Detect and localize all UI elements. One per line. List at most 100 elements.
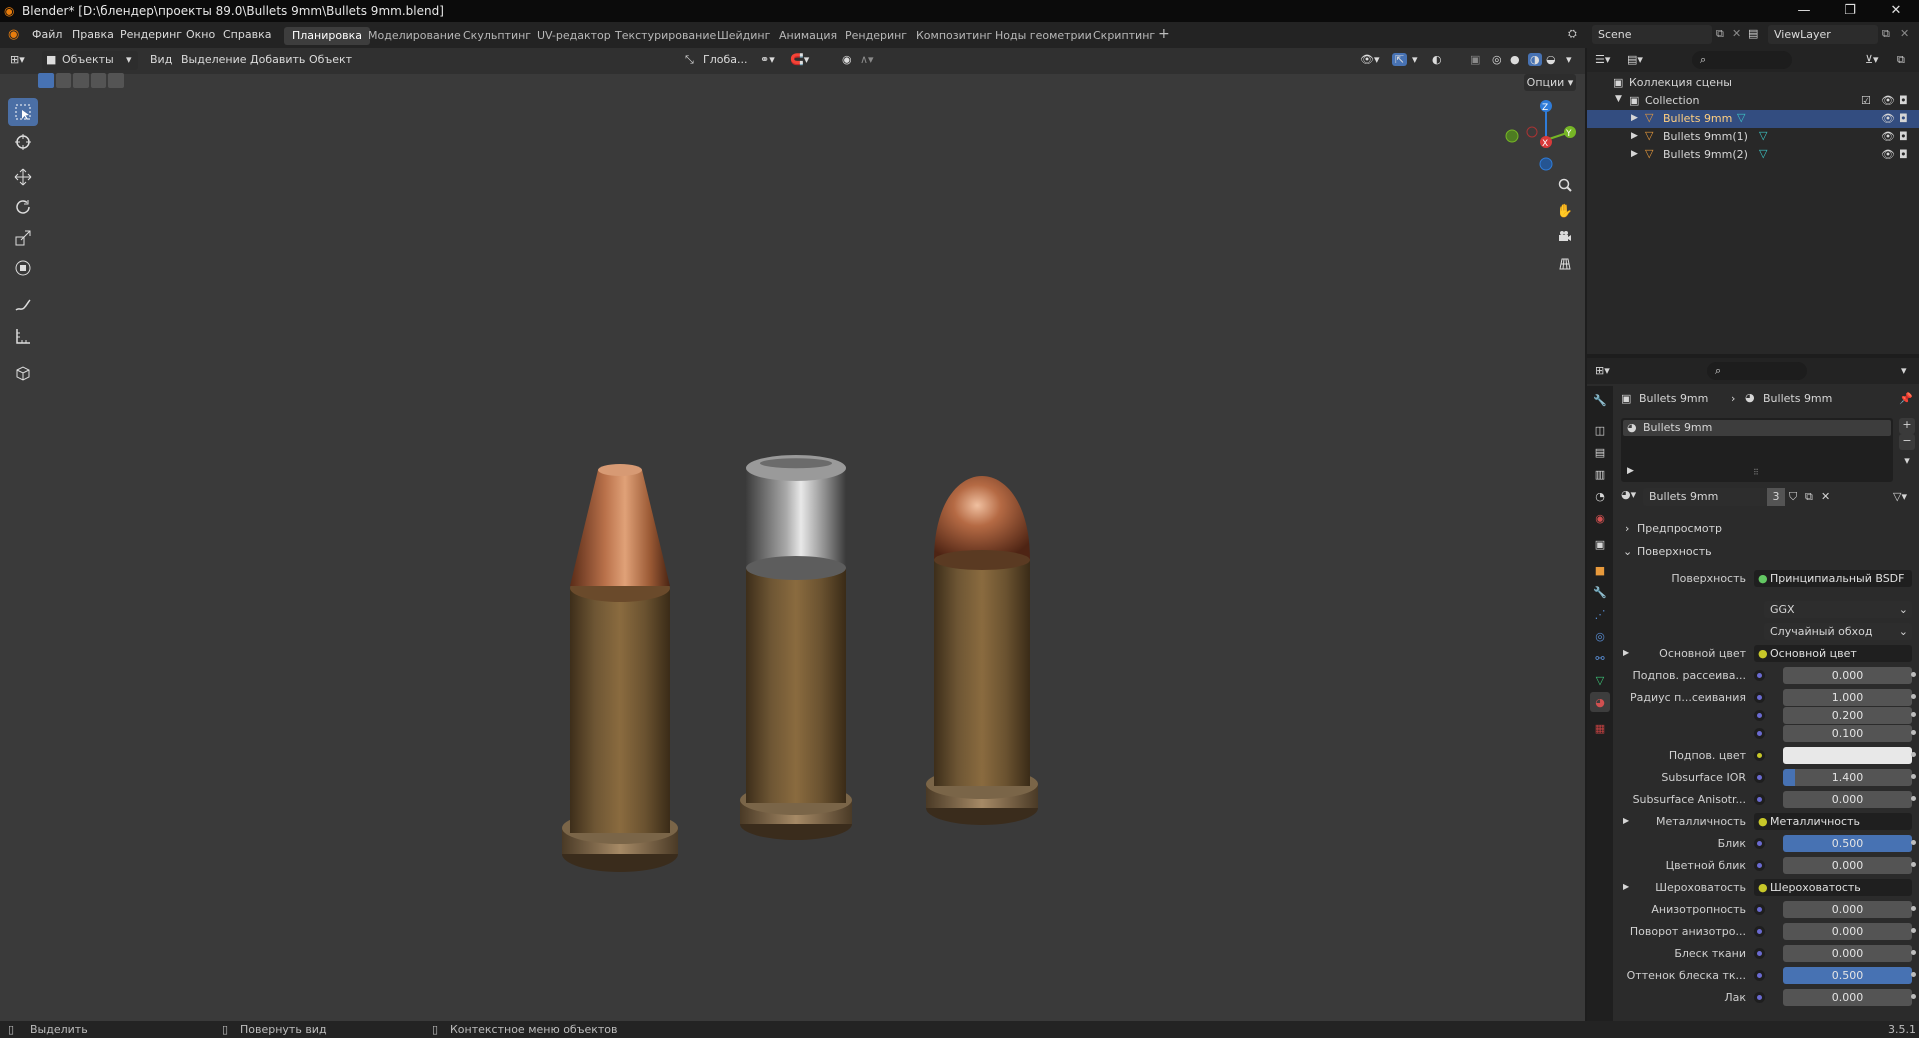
tab-animation[interactable]: Анимация [771, 27, 845, 45]
scene-tab-icon[interactable]: ◔ [1590, 486, 1610, 506]
editor-type-icon[interactable]: ⊞▾ [10, 53, 25, 66]
menu-add[interactable]: Добавить [250, 53, 305, 66]
keyframe-dot-icon[interactable] [1911, 928, 1916, 933]
solid-shading-icon[interactable]: ● [1510, 53, 1520, 66]
slot-specials-button[interactable]: ▾ [1899, 454, 1915, 470]
keyframe-dot-icon[interactable] [1911, 672, 1916, 677]
tool-tab-icon[interactable]: 🔧 [1590, 390, 1610, 410]
input-socket-icon[interactable] [1754, 904, 1765, 915]
orientation-icon[interactable]: ⤡ [685, 53, 694, 67]
material-shading-icon[interactable]: ◑ [1528, 53, 1542, 66]
input-socket-icon[interactable] [1754, 692, 1765, 703]
new-collection-icon[interactable]: ⧉ [1897, 53, 1905, 67]
unlink-icon[interactable]: ✕ [1821, 490, 1830, 503]
physics-tab-icon[interactable]: ◎ [1590, 626, 1610, 646]
eye-icon[interactable]: 👁 [1881, 112, 1895, 125]
expand-arrow-icon[interactable]: ▶ [1623, 648, 1629, 657]
user-count[interactable]: 3 [1767, 488, 1785, 506]
rendered-shading-icon[interactable]: ◒ [1546, 53, 1556, 66]
menu-select[interactable]: Выделение [181, 53, 247, 66]
tab-shading[interactable]: Шейдинг [709, 27, 778, 45]
surface-shader-field[interactable]: ● Принципиальный BSDF [1754, 570, 1912, 587]
remove-slot-button[interactable]: − [1899, 434, 1915, 450]
resize-handle-icon[interactable]: ⠿ [1753, 468, 1759, 477]
distribution-dropdown[interactable]: GGX ⌄ [1764, 601, 1912, 618]
annotate-tool[interactable] [8, 291, 38, 319]
menu-help[interactable]: Справка [223, 28, 271, 41]
keyframe-dot-icon[interactable] [1911, 862, 1916, 867]
expand-arrow-icon[interactable]: ▶ [1631, 131, 1638, 141]
fake-user-icon[interactable]: ⛉ [1789, 490, 1797, 504]
outliner-collection[interactable]: ▼ ▣ Collection ☑ 👁 ◘ [1587, 92, 1919, 110]
expand-arrow-icon[interactable]: ▶ [1623, 882, 1629, 891]
gizmo-toggle-icon[interactable]: ⇱ [1392, 53, 1408, 66]
keyframe-dot-icon[interactable] [1911, 840, 1916, 845]
keyframe-dot-icon[interactable] [1911, 774, 1916, 779]
outliner-search-input[interactable]: ⌕ [1692, 51, 1792, 69]
filter-icon[interactable]: ⊻▾ [1865, 53, 1879, 66]
wireframe-shading-icon[interactable]: ◎ [1492, 53, 1502, 66]
xray-icon[interactable]: ▣ [1470, 53, 1480, 66]
add-slot-button[interactable]: + [1899, 418, 1915, 434]
value-field[interactable]: 0.000 [1783, 667, 1912, 684]
value-field[interactable]: 0.500 [1783, 967, 1912, 984]
keyframe-dot-icon[interactable] [1911, 752, 1916, 757]
output-tab-icon[interactable]: ▤ [1590, 442, 1610, 462]
scale-tool[interactable] [8, 224, 38, 252]
render-tab-icon[interactable]: ◫ [1590, 420, 1610, 440]
viewlayer-icon[interactable]: ▤ [1748, 27, 1758, 40]
navigation-gizmo[interactable]: Z Y X [1500, 98, 1580, 174]
link-type-icon[interactable]: ▽▾ [1893, 490, 1907, 503]
collection-tab-icon[interactable]: ▣ [1590, 534, 1610, 554]
snap-icon[interactable]: 🧲▾ [790, 53, 809, 66]
orientation-selector[interactable]: Глоба... [703, 53, 747, 66]
tab-geometry-nodes[interactable]: Ноды геометрии [987, 27, 1100, 45]
outliner-scene-collection[interactable]: ▣ Коллекция сцены [1587, 74, 1919, 92]
value-field[interactable] [1783, 747, 1912, 764]
preview-panel-header[interactable]: › Предпросмотр [1621, 520, 1911, 538]
eye-icon[interactable]: 👁 [1881, 94, 1895, 107]
linked-input-field[interactable]: ● Шероховатость [1754, 879, 1912, 896]
menu-window[interactable]: Окно [186, 28, 215, 41]
value-field[interactable]: 0.000 [1783, 945, 1912, 962]
value-field[interactable]: 0.000 [1783, 901, 1912, 918]
maximize-button[interactable]: ❐ [1827, 0, 1873, 22]
3d-viewport[interactable]: ⊞▾ ■ Объекты ▾ Вид Выделение Добавить Об… [0, 48, 1585, 1021]
input-socket-icon[interactable] [1754, 710, 1765, 721]
input-socket-icon[interactable] [1754, 750, 1765, 761]
input-socket-icon[interactable] [1754, 992, 1765, 1003]
value-field[interactable]: 1.000 [1783, 689, 1912, 706]
delete-scene-icon[interactable]: ✕ [1732, 27, 1741, 40]
input-socket-icon[interactable] [1754, 970, 1765, 981]
expand-arrow-icon[interactable]: ▶ [1631, 149, 1638, 159]
linked-input-field[interactable]: ● Металличность [1754, 813, 1912, 830]
move-tool[interactable] [8, 163, 38, 191]
value-field[interactable]: 0.000 [1783, 989, 1912, 1006]
linked-input-field[interactable]: ● Основной цвет [1754, 645, 1912, 662]
keyframe-dot-icon[interactable] [1911, 730, 1916, 735]
tab-modeling[interactable]: Моделирование [360, 27, 469, 45]
select-new-icon[interactable] [38, 73, 54, 88]
falloff-icon[interactable]: ∧▾ [860, 53, 874, 66]
input-socket-icon[interactable] [1754, 860, 1765, 871]
outliner-object-row[interactable]: ▶ ▽ Bullets 9mm ▽ 👁 ◘ [1587, 110, 1919, 128]
delete-viewlayer-icon[interactable]: ✕ [1900, 27, 1909, 40]
value-field[interactable]: 0.000 [1783, 857, 1912, 874]
keyframe-dot-icon[interactable] [1911, 906, 1916, 911]
camera-icon[interactable]: ◘ [1899, 130, 1908, 143]
cursor-tool[interactable] [8, 128, 38, 156]
value-field[interactable]: 0.000 [1783, 791, 1912, 808]
properties-editor-icon[interactable]: ⊞▾ [1595, 364, 1610, 377]
outliner-object-row[interactable]: ▶ ▽ Bullets 9mm(2) ▽ 👁 ◘ [1587, 146, 1919, 164]
world-tab-icon[interactable]: ◉ [1590, 508, 1610, 528]
value-field[interactable]: 0.000 [1783, 923, 1912, 940]
select-box-tool[interactable] [8, 98, 38, 126]
tab-layout[interactable]: Планировка [284, 27, 370, 45]
camera-icon[interactable]: ◘ [1899, 112, 1908, 125]
chevron-down-icon[interactable]: ▾ [1901, 364, 1907, 377]
keyframe-dot-icon[interactable] [1911, 972, 1916, 977]
eye-icon[interactable]: 👁 [1881, 130, 1895, 143]
input-socket-icon[interactable] [1754, 838, 1765, 849]
pan-hand-icon[interactable]: ✋ [1553, 199, 1577, 223]
input-socket-icon[interactable] [1754, 948, 1765, 959]
